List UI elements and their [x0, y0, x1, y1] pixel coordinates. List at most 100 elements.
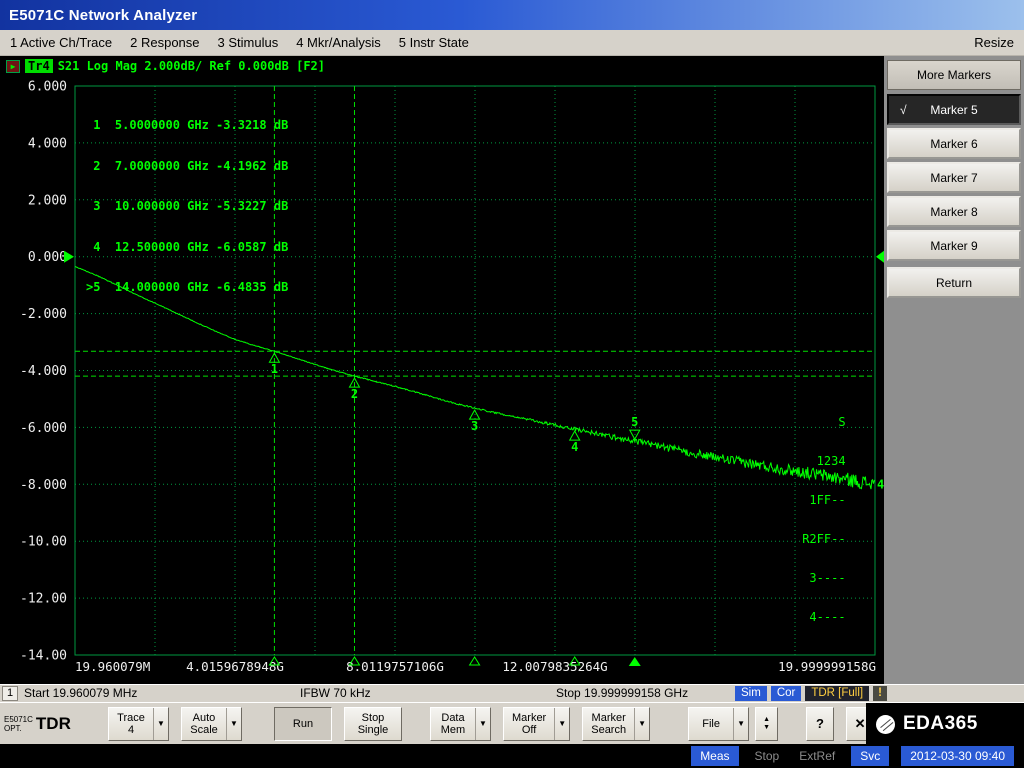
extref-indicator: ExtRef: [795, 747, 839, 765]
svg-text:-10.00: -10.00: [20, 535, 67, 550]
system-status-bar: Meas Stop ExtRef Svc 2012-03-30 09:40: [0, 744, 1024, 768]
instrument-logo: E5071C OPT. TDR: [4, 714, 96, 734]
menu-item-mkr-analysis[interactable]: 4 Mkr/Analysis: [296, 35, 381, 50]
svg-text:-2.000: -2.000: [20, 307, 67, 322]
sweep-stop-readout: Stop 19.999999158 GHz: [556, 686, 688, 700]
tdr-full-badge: TDR [Full]: [805, 686, 869, 701]
svg-text:4.000: 4.000: [28, 136, 67, 151]
button-label: Marker Search: [583, 708, 634, 740]
softkey-label: Marker 9: [930, 239, 977, 253]
channel-status-bar: 1 Start 19.960079 MHz IFBW 70 kHz Stop 1…: [0, 684, 1024, 702]
channel-trace-indicator-icon: ▶: [6, 60, 20, 73]
button-label-line: Data: [441, 712, 464, 724]
file-button[interactable]: File ▼: [688, 707, 749, 741]
chevron-down-icon[interactable]: ▼: [226, 708, 241, 740]
button-label-line: Trace: [117, 712, 145, 724]
chevron-down-icon[interactable]: ▼: [475, 708, 490, 740]
check-icon: √: [900, 103, 907, 117]
status-badges: Sim Cor TDR [Full] !: [735, 686, 887, 701]
chevron-down-icon[interactable]: ▼: [733, 708, 748, 740]
window-title: E5071C Network Analyzer: [9, 7, 197, 24]
chevron-down-icon[interactable]: ▼: [634, 708, 649, 740]
up-arrow-icon: ▲: [763, 716, 770, 724]
data-mem-button[interactable]: Data Mem ▼: [430, 707, 491, 741]
stop-single-button[interactable]: Stop Single: [344, 707, 402, 741]
channel-number: 1: [2, 686, 18, 701]
svg-text:2.000: 2.000: [28, 193, 67, 208]
svg-text:4.0159678948G: 4.0159678948G: [186, 659, 284, 674]
auto-scale-button[interactable]: Auto Scale ▼: [181, 707, 242, 741]
softkey-marker-9[interactable]: Marker 9: [887, 230, 1021, 261]
marker-readout-row: 2 7.0000000 GHz -4.1962 dB: [86, 160, 288, 174]
logo-model-block: E5071C OPT.: [4, 715, 33, 733]
warning-indicator: !: [873, 686, 887, 701]
softkey-return[interactable]: Return: [887, 267, 1021, 298]
active-trace-label[interactable]: Tr4: [25, 59, 53, 73]
logo-opt: OPT.: [4, 724, 33, 733]
svg-text:3: 3: [471, 419, 478, 433]
svg-text:4: 4: [877, 477, 884, 491]
softkey-marker-5[interactable]: √ Marker 5: [887, 94, 1021, 125]
svg-text:0.000: 0.000: [28, 250, 67, 265]
menu-item-resize[interactable]: Resize: [974, 35, 1014, 50]
run-button[interactable]: Run: [274, 707, 332, 741]
button-label: Stop Single: [345, 708, 401, 740]
menu-item-active-ch-trace[interactable]: 1 Active Ch/Trace: [10, 35, 112, 50]
softkey-marker-6[interactable]: Marker 6: [887, 128, 1021, 159]
chevron-down-icon[interactable]: ▼: [153, 708, 168, 740]
svg-text:6.000: 6.000: [28, 80, 67, 95]
trace-header: ▶ Tr4 S21 Log Mag 2.000dB/ Ref 0.000dB […: [6, 59, 325, 73]
softkey-marker-7[interactable]: Marker 7: [887, 162, 1021, 193]
marker-readout-row: 3 10.000000 GHz -5.3227 dB: [86, 200, 288, 214]
stop-indicator: Stop: [751, 747, 784, 765]
up-down-arrows-icon: ▲ ▼: [756, 708, 777, 740]
chevron-down-icon[interactable]: ▼: [554, 708, 569, 740]
button-label-line: Single: [358, 724, 389, 736]
ifbw-readout: IFBW 70 kHz: [300, 686, 371, 700]
correction-status-line: 1FF--: [802, 494, 860, 507]
logo-model: E5071C: [4, 715, 33, 724]
menu-item-response[interactable]: 2 Response: [130, 35, 199, 50]
toolbar: E5071C OPT. TDR Trace 4 ▼ Auto Scale ▼ R…: [0, 702, 1024, 744]
title-bar: E5071C Network Analyzer: [0, 0, 1024, 30]
button-label-line: Off: [522, 724, 536, 736]
correction-status-line: R2FF--: [802, 533, 860, 546]
clock-readout: 2012-03-30 09:40: [901, 746, 1014, 766]
meas-indicator: Meas: [691, 746, 738, 766]
softkey-label: Marker 7: [930, 171, 977, 185]
button-label-line: Marker: [512, 712, 546, 724]
button-label: Data Mem: [431, 708, 475, 740]
button-label-line: Mem: [441, 724, 465, 736]
correction-status-line: 3----: [802, 572, 860, 585]
button-label-line: Marker: [592, 712, 626, 724]
eda365-watermark: EDA365: [866, 703, 1024, 745]
svg-text:19.960079M: 19.960079M: [75, 659, 150, 674]
trace-select-button[interactable]: Trace 4 ▼: [108, 707, 169, 741]
svg-text:-14.00: -14.00: [20, 649, 67, 664]
softkey-label: Marker 8: [930, 205, 977, 219]
main-area: ▶ Tr4 S21 Log Mag 2.000dB/ Ref 0.000dB […: [0, 56, 1024, 684]
sweep-start-readout: Start 19.960079 MHz: [24, 686, 137, 700]
menu-item-instr-state[interactable]: 5 Instr State: [399, 35, 469, 50]
cor-badge: Cor: [771, 686, 802, 701]
eda365-logo-icon: [876, 715, 895, 734]
svg-text:8.0119757106G: 8.0119757106G: [346, 659, 444, 674]
logo-name: TDR: [36, 714, 71, 734]
svg-text:-8.000: -8.000: [20, 478, 67, 493]
button-label-line: File: [702, 718, 720, 730]
svg-text:-4.000: -4.000: [20, 364, 67, 379]
softkey-menu-title: More Markers: [887, 60, 1021, 90]
button-label: Auto Scale: [182, 708, 226, 740]
button-label-line: Scale: [190, 724, 218, 736]
marker-off-button[interactable]: Marker Off ▼: [503, 707, 570, 741]
softkey-marker-8[interactable]: Marker 8: [887, 196, 1021, 227]
softkey-label: Marker 5: [930, 103, 977, 117]
marker-search-button[interactable]: Marker Search ▼: [582, 707, 650, 741]
marker-readout-row: >5 14.000000 GHz -6.4835 dB: [86, 281, 288, 295]
toolbar-toggle-button[interactable]: ▲ ▼: [755, 707, 778, 741]
svg-text:12.0079835264G: 12.0079835264G: [502, 659, 607, 674]
help-button[interactable]: ?: [806, 707, 834, 741]
button-label-line: Run: [293, 718, 313, 730]
marker-readout-table: 1 5.0000000 GHz -3.3218 dB 2 7.0000000 G…: [86, 92, 288, 322]
menu-item-stimulus[interactable]: 3 Stimulus: [218, 35, 279, 50]
